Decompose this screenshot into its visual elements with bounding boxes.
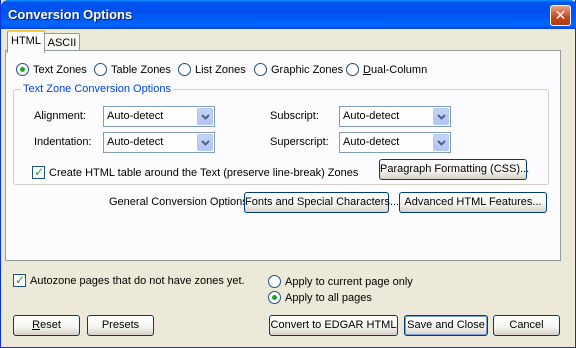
window-title: Conversion Options xyxy=(8,7,133,22)
fonts-special-characters-button[interactable]: Fonts and Special Characters... xyxy=(244,192,399,213)
label-rest: ual-Column xyxy=(370,63,428,76)
radio-list-zones[interactable]: List Zones xyxy=(178,63,246,76)
tab-html-label: HTML xyxy=(11,35,41,47)
radio-table-zones[interactable]: Table Zones xyxy=(94,63,171,76)
tab-ascii-label: ASCII xyxy=(47,37,77,49)
advanced-html-features-button[interactable]: Advanced HTML Features... xyxy=(399,192,547,213)
presets-button[interactable]: Presets xyxy=(87,315,154,336)
radio-text-zones-label: Text Zones xyxy=(33,63,87,76)
superscript-select[interactable]: Auto-detect xyxy=(339,132,451,153)
radio-indicator xyxy=(178,63,191,76)
chevron-down-icon[interactable] xyxy=(197,108,213,125)
radio-indicator xyxy=(254,63,267,76)
radio-apply-current-page[interactable]: Apply to current page only xyxy=(268,275,413,288)
radio-table-zones-label: Table Zones xyxy=(111,63,171,76)
advanced-button-label: Advanced HTML Features... xyxy=(404,196,542,208)
html-tab-panel: Text Zones Table Zones List Zones Graphi… xyxy=(5,50,561,261)
reset-button[interactable]: Reset xyxy=(13,315,80,336)
create-html-table-checkbox[interactable]: Create HTML table around the Text (prese… xyxy=(32,165,359,179)
radio-apply-all-pages[interactable]: Apply to all pages xyxy=(268,291,372,304)
convert-to-edgar-html-button[interactable]: Convert to EDGAR HTML xyxy=(269,315,398,336)
subscript-value: Auto-detect xyxy=(343,110,400,122)
indentation-value: Auto-detect xyxy=(107,136,164,148)
close-button[interactable]: ✕ xyxy=(550,5,571,26)
subscript-select[interactable]: Auto-detect xyxy=(339,106,451,127)
chevron-down-icon[interactable] xyxy=(433,108,449,125)
reset-mnemonic: R xyxy=(32,319,41,331)
alignment-value: Auto-detect xyxy=(107,110,164,122)
superscript-label: Superscript: xyxy=(270,136,329,148)
indentation-select[interactable]: Auto-detect xyxy=(103,132,215,153)
mnemonic-char: D xyxy=(363,63,371,76)
conversion-options-dialog: Conversion Options ✕ HTML ASCII Text Zon… xyxy=(0,0,576,348)
chevron-down-icon[interactable] xyxy=(433,134,449,151)
radio-indicator xyxy=(268,275,281,288)
autozone-checkbox[interactable]: Autozone pages that do not have zones ye… xyxy=(13,273,245,287)
radio-indicator xyxy=(16,63,29,76)
title-bar[interactable]: Conversion Options ✕ xyxy=(1,0,576,29)
reset-label-rest: eset xyxy=(40,319,61,331)
paragraph-formatting-label: Paragraph Formatting (CSS)... xyxy=(380,163,530,175)
subscript-label: Subscript: xyxy=(270,110,319,122)
autozone-label: Autozone pages that do not have zones ye… xyxy=(30,274,245,287)
radio-dual-column-label: Dual-Column xyxy=(363,64,427,76)
radio-indicator xyxy=(268,291,281,304)
radio-graphic-zones-label: Graphic Zones xyxy=(271,63,344,76)
radio-text-zones[interactable]: Text Zones xyxy=(16,63,87,76)
cancel-label: Cancel xyxy=(509,319,544,331)
checkbox-indicator xyxy=(13,273,26,287)
indentation-label: Indentation: xyxy=(34,136,92,148)
group-title: Text Zone Conversion Options xyxy=(21,83,173,95)
create-html-table-label: Create HTML table around the Text (prese… xyxy=(49,166,359,179)
checkbox-indicator xyxy=(32,165,45,179)
apply-all-pages-label: Apply to all pages xyxy=(285,291,372,304)
close-icon: ✕ xyxy=(554,7,567,23)
fonts-button-label: Fonts and Special Characters... xyxy=(245,196,400,208)
radio-indicator xyxy=(94,63,107,76)
tab-html[interactable]: HTML xyxy=(7,30,45,53)
radio-graphic-zones[interactable]: Graphic Zones xyxy=(254,63,343,76)
alignment-select[interactable]: Auto-detect xyxy=(103,106,215,127)
presets-label: Presets xyxy=(101,319,140,331)
general-options-label: General Conversion Options: xyxy=(109,196,251,208)
alignment-label: Alignment: xyxy=(34,110,86,122)
save-and-close-button[interactable]: Save and Close xyxy=(404,315,488,336)
radio-indicator xyxy=(346,63,359,76)
radio-list-zones-label: List Zones xyxy=(195,63,246,76)
paragraph-formatting-button[interactable]: Paragraph Formatting (CSS)... xyxy=(379,159,530,180)
chevron-down-icon[interactable] xyxy=(197,134,213,151)
apply-current-page-label: Apply to current page only xyxy=(285,275,413,288)
cancel-button[interactable]: Cancel xyxy=(493,315,560,336)
convert-label: Convert to EDGAR HTML xyxy=(270,319,397,331)
superscript-value: Auto-detect xyxy=(343,136,400,148)
save-close-label: Save and Close xyxy=(407,319,485,331)
radio-dual-column[interactable]: Dual-Column xyxy=(346,63,427,76)
